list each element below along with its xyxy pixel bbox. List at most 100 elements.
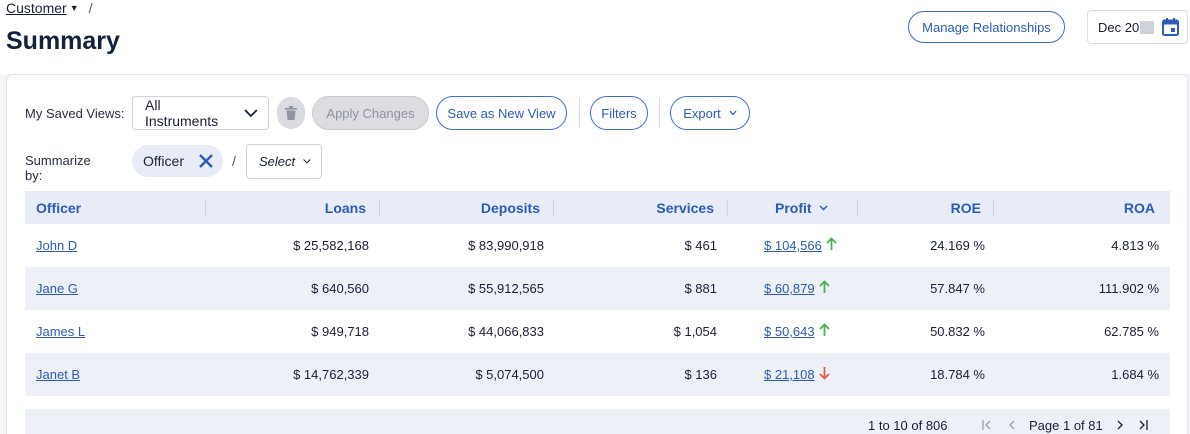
column-header-officer[interactable]: Officer <box>36 191 81 224</box>
cell-roe: 57.847 % <box>857 267 985 310</box>
saved-views-select[interactable]: All Instruments <box>132 96 269 130</box>
cell-roe-value: 18.784 % <box>930 367 985 382</box>
officer-link[interactable]: John D <box>36 238 77 253</box>
pagination-count: 1 to 10 of 806 <box>868 418 948 433</box>
cell-services-value: $ 461 <box>684 238 717 253</box>
profit-link[interactable]: $ 21,108 <box>764 367 815 382</box>
cell-loans-value: $ 949,718 <box>311 324 369 339</box>
cell-roe-value: 24.169 % <box>930 238 985 253</box>
table-row: James L $ 949,718 $ 44,066,833 $ 1,054 $ 50,… <box>25 310 1170 353</box>
summarize-select-placeholder: Select <box>259 154 296 169</box>
cell-services: $ 881 <box>553 267 717 310</box>
cell-services: $ 136 <box>553 353 717 396</box>
cell-services: $ 1,054 <box>553 310 717 353</box>
cell-officer: John D <box>36 224 186 267</box>
apply-changes-button[interactable]: Apply Changes <box>312 96 429 130</box>
cell-roe-value: 50.832 % <box>930 324 985 339</box>
column-header-profit-label: Profit <box>775 199 812 216</box>
cell-roa-value: 4.813 % <box>1111 238 1159 253</box>
date-picker[interactable]: Dec 20 <box>1087 10 1188 44</box>
profit-link[interactable]: $ 60,879 <box>764 281 815 296</box>
cell-roe: 50.832 % <box>857 310 985 353</box>
delete-view-button[interactable] <box>277 97 305 129</box>
cell-deposits: $ 55,912,565 <box>379 267 544 310</box>
column-header-deposits[interactable]: Deposits <box>379 191 540 224</box>
arrow-up-icon <box>826 236 837 250</box>
column-header-profit[interactable]: Profit <box>775 191 828 224</box>
cell-roe: 18.784 % <box>857 353 985 396</box>
cell-loans: $ 949,718 <box>205 310 369 353</box>
cell-roa: 1.684 % <box>993 353 1159 396</box>
next-page-icon[interactable] <box>1115 420 1125 430</box>
saved-views-toolbar: My Saved Views: All Instruments Apply Ch… <box>25 96 750 130</box>
prev-page-icon[interactable] <box>1007 420 1017 430</box>
saved-views-value: All Instruments <box>145 97 219 129</box>
profit-link[interactable]: $ 50,643 <box>764 324 815 339</box>
breadcrumb: Customer ▼ / <box>6 0 93 16</box>
column-header-services[interactable]: Services <box>553 191 714 224</box>
summarize-separator: / <box>232 153 236 169</box>
cell-deposits: $ 83,990,918 <box>379 224 544 267</box>
arrow-up-icon <box>818 279 830 293</box>
table-header: Officer Loans Deposits Services Profit R… <box>25 191 1170 224</box>
cell-roa-value: 62.785 % <box>1104 324 1159 339</box>
toolbar-divider <box>579 98 580 128</box>
cell-officer: Jane G <box>36 267 186 310</box>
chevron-down-icon <box>303 159 311 164</box>
cell-officer: Janet B <box>36 353 186 396</box>
manage-relationships-button[interactable]: Manage Relationships <box>908 11 1065 43</box>
summarize-select[interactable]: Select <box>246 144 322 179</box>
pagination-page: Page 1 of 81 <box>1029 418 1103 433</box>
chevron-down-icon <box>729 110 737 116</box>
cell-loans: $ 14,762,339 <box>205 353 369 396</box>
table-row: John D $ 25,582,168 $ 83,990,918 $ 461 $ 104… <box>25 224 1170 267</box>
cell-loans: $ 25,582,168 <box>205 224 369 267</box>
chevron-down-icon <box>819 205 828 210</box>
cell-roa: 62.785 % <box>993 310 1159 353</box>
export-label: Export <box>683 105 721 121</box>
pagination-bar: 1 to 10 of 806 Page 1 of 81 <box>25 409 1170 434</box>
cell-loans-value: $ 25,582,168 <box>293 238 369 253</box>
cell-services-value: $ 1,054 <box>673 324 717 339</box>
column-divider <box>727 199 728 216</box>
column-header-loans[interactable]: Loans <box>205 191 366 224</box>
cell-roe: 24.169 % <box>857 224 985 267</box>
last-page-icon[interactable] <box>1138 420 1148 430</box>
export-button[interactable]: Export <box>670 96 750 130</box>
summarize-label: Summarize by: <box>25 153 91 183</box>
toolbar-divider <box>659 98 660 128</box>
date-value: Dec 20 <box>1098 19 1140 35</box>
officer-chip-label: Officer <box>143 153 184 169</box>
cell-services: $ 461 <box>553 224 717 267</box>
officer-link[interactable]: Janet B <box>36 367 80 382</box>
chevron-down-icon <box>244 108 258 117</box>
column-header-roa[interactable]: ROA <box>993 191 1155 224</box>
officer-link[interactable]: James L <box>36 324 85 339</box>
column-header-roe[interactable]: ROE <box>857 191 981 224</box>
page-header: Customer ▼ / Summary Manage Relationship… <box>0 0 1190 74</box>
save-as-new-view-button[interactable]: Save as New View <box>436 96 567 130</box>
cell-roa-value: 111.902 % <box>1098 281 1159 296</box>
cell-roa: 111.902 % <box>993 267 1159 310</box>
arrow-up-icon <box>818 322 830 336</box>
cell-services-value: $ 136 <box>684 367 717 382</box>
summary-card: My Saved Views: All Instruments Apply Ch… <box>6 74 1188 434</box>
close-icon[interactable] <box>198 153 214 169</box>
cell-roa-value: 1.684 % <box>1111 367 1159 382</box>
table-row: Jane G $ 640,560 $ 55,912,565 $ 881 $ 60,879… <box>25 267 1170 310</box>
filters-button[interactable]: Filters <box>590 96 648 130</box>
table-body: John D $ 25,582,168 $ 83,990,918 $ 461 $ 104… <box>25 224 1170 396</box>
officer-chip: Officer <box>132 145 223 177</box>
cell-loans: $ 640,560 <box>205 267 369 310</box>
caret-down-icon[interactable]: ▼ <box>70 3 79 13</box>
breadcrumb-customer-link[interactable]: Customer <box>6 0 67 16</box>
profit-link[interactable]: $ 104,566 <box>764 238 822 253</box>
cell-deposits-value: $ 5,074,500 <box>475 367 544 382</box>
summary-table: Officer Loans Deposits Services Profit R… <box>25 191 1170 396</box>
officer-link[interactable]: Jane G <box>36 281 78 296</box>
cell-deposits-value: $ 55,912,565 <box>468 281 544 296</box>
cell-roa: 4.813 % <box>993 224 1159 267</box>
calendar-icon[interactable] <box>1162 18 1179 36</box>
first-page-icon[interactable] <box>982 420 992 430</box>
cell-loans-value: $ 14,762,339 <box>293 367 369 382</box>
